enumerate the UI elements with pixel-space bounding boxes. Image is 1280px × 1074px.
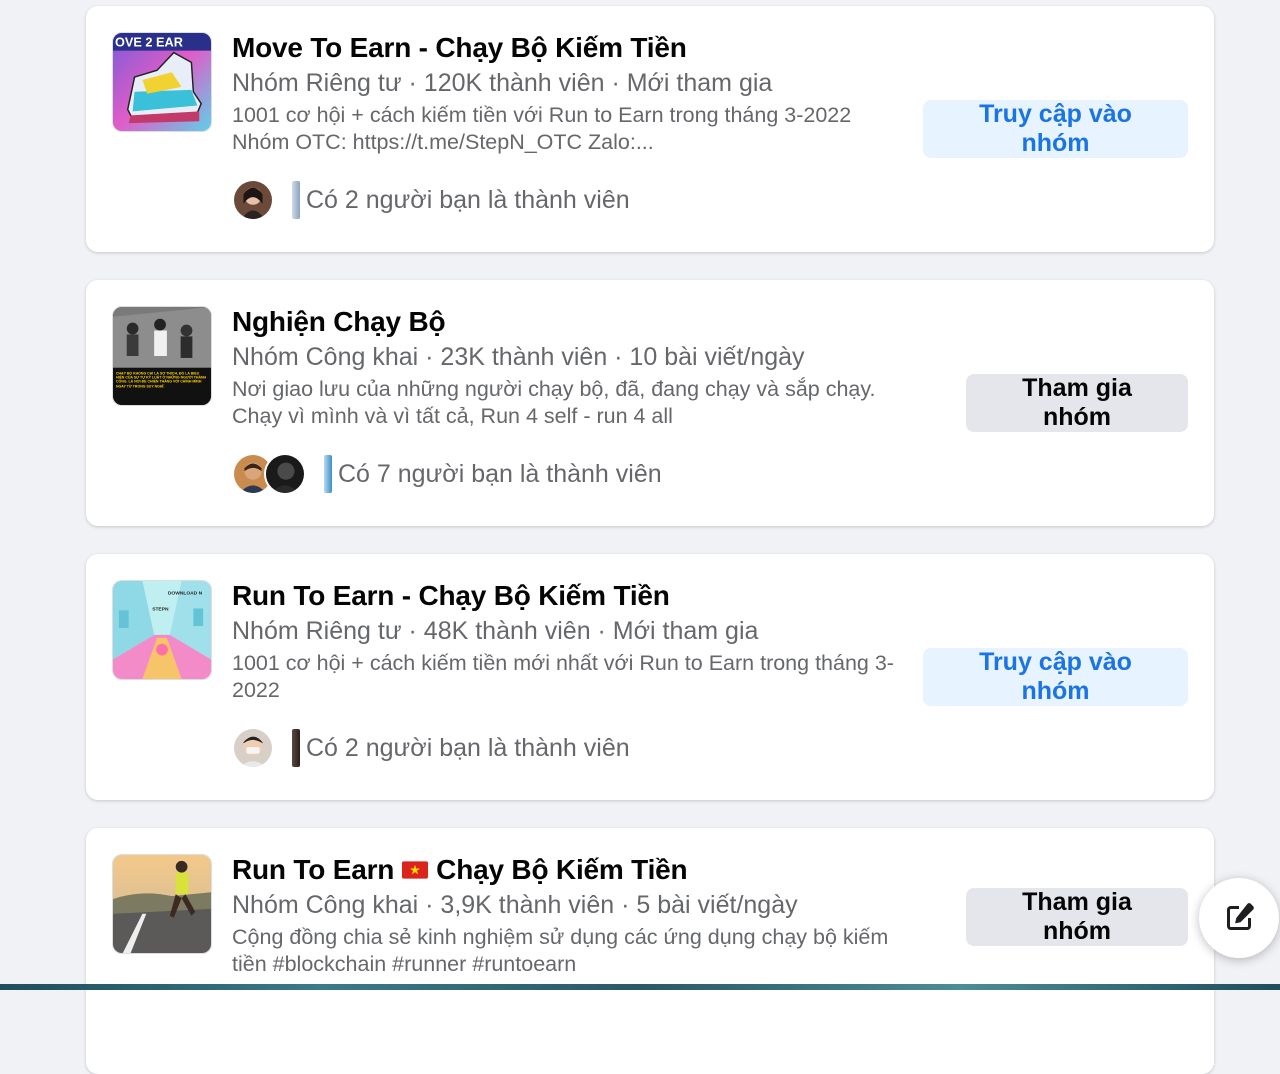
group-thumbnail[interactable]: DOWNLOAD N STEPN (112, 580, 212, 680)
visit-group-button[interactable]: Truy cập vào nhóm (923, 648, 1188, 706)
friend-avatar-partial (324, 455, 332, 493)
runners-photo-image: CHẠY BỘ KHÔNG CHỈ LÀ SỞ THÍCH, ĐÓ LÀ BIỂ… (113, 307, 211, 405)
friend-avatar[interactable] (264, 453, 306, 495)
group-thumbnail[interactable] (112, 854, 212, 954)
join-group-button[interactable]: Tham gia nhóm (966, 374, 1188, 432)
group-description: Nơi giao lưu của những người chạy bộ, đã… (232, 377, 876, 428)
group-name[interactable]: Move To Earn - Chạy Bộ Kiếm Tiền (232, 30, 912, 66)
group-name-part-1: Run To Earn (232, 854, 395, 885)
thumbnail-text: DOWNLOAD N (168, 591, 203, 597)
group-name-part-2: Chạy Bộ Kiếm Tiền (436, 854, 688, 885)
thumbnail-text: CHẠY BỘ KHÔNG CHỈ LÀ SỞ THÍCH, ĐÓ LÀ BIỂ… (115, 371, 207, 388)
group-name[interactable]: Run To Earn - Chạy Bộ Kiếm Tiền (232, 578, 912, 614)
friend-avatar[interactable] (232, 179, 274, 221)
visit-group-button[interactable]: Truy cập vào nhóm (923, 100, 1188, 158)
group-card: Run To Earn Chạy Bộ Kiếm Tiền Nhóm Công … (86, 828, 1214, 1074)
group-description: 1001 cơ hội + cách kiếm tiền với Run to … (232, 103, 852, 154)
friends-members: Có 7 người bạn là thành viên (232, 453, 662, 495)
group-meta: Nhóm Công khai · 3,9K thành viên · 5 bài… (232, 891, 798, 919)
friends-members: Có 2 người bạn là thành viên (232, 727, 630, 769)
group-card: CHẠY BỘ KHÔNG CHỈ LÀ SỞ THÍCH, ĐÓ LÀ BIỂ… (86, 280, 1214, 526)
group-meta: Nhóm Công khai · 23K thành viên · 10 bài… (232, 343, 805, 371)
group-thumbnail[interactable]: CHẠY BỘ KHÔNG CHỈ LÀ SỞ THÍCH, ĐÓ LÀ BIỂ… (112, 306, 212, 406)
friends-count-text: Có 2 người bạn là thành viên (306, 185, 630, 214)
vietnam-flag-icon (402, 861, 429, 879)
sneaker-artwork-image: OVE 2 EAR (113, 33, 211, 131)
friend-avatar-partial (292, 181, 300, 219)
group-meta: Nhóm Riêng tư · 120K thành viên · Mới th… (232, 69, 773, 97)
group-card: DOWNLOAD N STEPN Run To Earn - Chạy Bộ K… (86, 554, 1214, 800)
background-strip (0, 984, 1280, 990)
group-name[interactable]: Run To Earn Chạy Bộ Kiếm Tiền (232, 852, 912, 888)
friends-count-text: Có 2 người bạn là thành viên (306, 733, 630, 762)
group-meta: Nhóm Riêng tư · 48K thành viên · Mới tha… (232, 617, 759, 645)
group-description: Cộng đồng chia sẻ kinh nghiệm sử dụng cá… (232, 925, 889, 976)
friend-avatar-partial (292, 729, 300, 767)
edit-compose-icon (1227, 903, 1254, 930)
friend-avatar[interactable] (232, 727, 274, 769)
group-thumbnail[interactable]: OVE 2 EAR (112, 32, 212, 132)
friends-count-text: Có 7 người bạn là thành viên (338, 459, 662, 488)
group-card: OVE 2 EAR Move To Earn - Chạy Bộ Kiếm Ti… (86, 6, 1214, 252)
thumbnail-text-secondary: STEPN (152, 606, 169, 612)
stepn-artwork-image: DOWNLOAD N STEPN (113, 581, 211, 679)
friends-members: Có 2 người bạn là thành viên (232, 179, 630, 221)
join-group-button[interactable]: Tham gia nhóm (966, 888, 1188, 946)
group-name[interactable]: Nghiện Chạy Bộ (232, 304, 912, 340)
runner-road-photo-image (113, 855, 211, 953)
group-description: 1001 cơ hội + cách kiếm tiền mới nhất vớ… (232, 651, 894, 702)
thumbnail-text: OVE 2 EAR (115, 35, 183, 50)
new-message-button[interactable] (1199, 878, 1279, 958)
